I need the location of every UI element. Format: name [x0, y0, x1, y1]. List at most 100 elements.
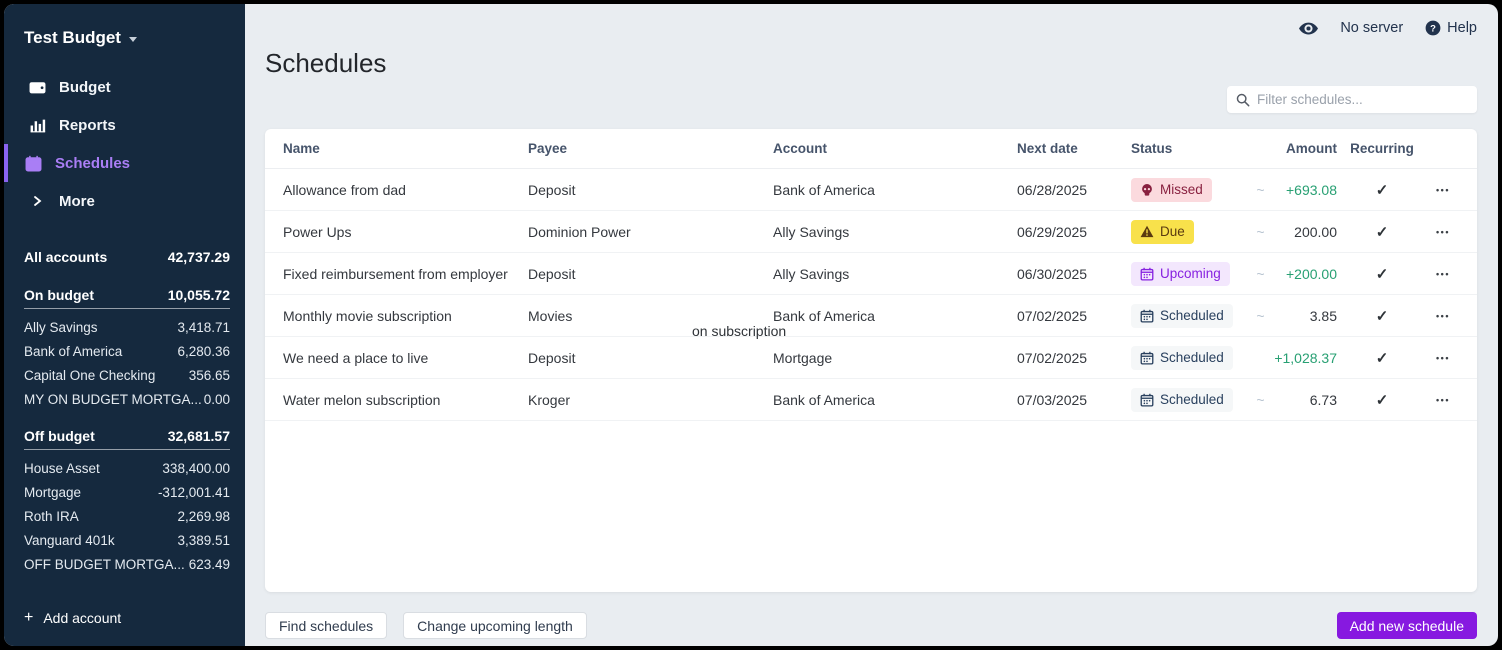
help-button[interactable]: ? Help [1425, 20, 1477, 36]
schedule-payee: Deposit [528, 350, 773, 366]
privacy-eye-button[interactable] [1299, 22, 1318, 35]
account-balance: 0.00 [204, 392, 230, 407]
schedule-name: Fixed reimbursement from employer [283, 266, 528, 282]
calendar-icon [1140, 351, 1154, 365]
schedule-amount: +693.08 [1273, 182, 1337, 198]
wallet-icon [28, 78, 46, 96]
account-name: Bank of America [24, 344, 122, 359]
row-menu-button[interactable]: ••• [1427, 311, 1459, 321]
add-new-schedule-button[interactable]: Add new schedule [1337, 612, 1477, 639]
page-title: Schedules [265, 48, 1477, 79]
app-window: Test Budget Budget Reports Schedules [4, 4, 1498, 646]
column-header-name[interactable]: Name [283, 141, 528, 156]
sidebar-item-more[interactable]: More [4, 182, 245, 220]
calendar-icon [1140, 267, 1154, 281]
table-row[interactable]: Power Ups Dominion Power Ally Savings 06… [265, 211, 1477, 253]
sidebar-item-label: Schedules [55, 155, 130, 172]
topbar: No server ? Help [265, 4, 1477, 46]
main-content: No server ? Help Schedules Name Payee Ac… [245, 4, 1498, 646]
account-balance: 3,389.51 [177, 533, 230, 548]
approx-tilde: ~ [1248, 266, 1273, 282]
column-header-payee[interactable]: Payee [528, 141, 773, 156]
sidebar-item-schedules[interactable]: Schedules [4, 144, 245, 182]
column-header-recurring[interactable]: Recurring [1337, 141, 1427, 156]
account-name: Mortgage [24, 485, 81, 500]
column-header-next-date[interactable]: Next date [1017, 141, 1131, 156]
change-upcoming-length-button[interactable]: Change upcoming length [403, 612, 587, 639]
account-row[interactable]: Roth IRA 2,269.98 [24, 504, 230, 528]
schedule-payee: Kroger [528, 392, 773, 408]
budget-selector[interactable]: Test Budget [4, 28, 245, 48]
column-header-amount[interactable]: Amount [1248, 141, 1337, 156]
account-balance: 3,418.71 [177, 320, 230, 335]
filter-schedules-box[interactable] [1227, 86, 1477, 113]
all-accounts-row[interactable]: All accounts 42,737.29 [24, 244, 230, 270]
group-total: 32,681.57 [168, 428, 230, 444]
filter-schedules-input[interactable] [1257, 92, 1468, 107]
schedule-amount: +1,028.37 [1273, 350, 1337, 366]
approx-tilde: ~ [1248, 392, 1273, 408]
schedule-next-date: 07/02/2025 [1017, 308, 1131, 324]
row-menu-button[interactable]: ••• [1427, 185, 1459, 195]
calendar-icon [24, 154, 42, 172]
account-list: All accounts 42,737.29 On budget10,055.7… [4, 244, 245, 596]
group-label: On budget [24, 287, 94, 303]
account-row[interactable]: Bank of America 6,280.36 [24, 339, 230, 363]
schedule-payee: Deposit [528, 182, 773, 198]
table-row[interactable]: Allowance from dad Deposit Bank of Ameri… [265, 169, 1477, 211]
account-balance: 6,280.36 [177, 344, 230, 359]
table-row[interactable]: Fixed reimbursement from employer Deposi… [265, 253, 1477, 295]
schedule-account: Ally Savings [773, 266, 1017, 282]
schedule-next-date: 06/30/2025 [1017, 266, 1131, 282]
sidebar-item-label: More [59, 193, 95, 210]
account-name: OFF BUDGET MORTGA... [24, 557, 185, 572]
server-status[interactable]: No server [1340, 20, 1403, 36]
schedule-name: Water melon subscription [283, 392, 528, 408]
schedule-account: Bank of America [773, 308, 1017, 324]
column-header-account[interactable]: Account [773, 141, 1017, 156]
status-label: Missed [1160, 182, 1203, 197]
account-row[interactable]: House Asset 338,400.00 [24, 456, 230, 480]
group-header[interactable]: Off budget32,681.57 [24, 428, 230, 450]
schedule-next-date: 07/02/2025 [1017, 350, 1131, 366]
schedule-payee: Dominion Power [528, 224, 773, 240]
all-accounts-value: 42,737.29 [168, 249, 230, 265]
schedule-amount: +200.00 [1273, 266, 1337, 282]
sidebar-item-reports[interactable]: Reports [4, 106, 245, 144]
column-header-status[interactable]: Status [1131, 141, 1248, 156]
account-row[interactable]: MY ON BUDGET MORTGA... 0.00 [24, 387, 230, 411]
account-name: MY ON BUDGET MORTGA... [24, 392, 202, 407]
sidebar-nav: Budget Reports Schedules More [4, 68, 245, 220]
account-row[interactable]: OFF BUDGET MORTGA... 623.49 [24, 552, 230, 576]
group-header[interactable]: On budget10,055.72 [24, 287, 230, 309]
row-menu-button[interactable]: ••• [1427, 227, 1459, 237]
account-row[interactable]: Vanguard 401k 3,389.51 [24, 528, 230, 552]
bar-chart-icon [28, 116, 46, 134]
account-row[interactable]: Mortgage -312,001.41 [24, 480, 230, 504]
chevron-down-icon [129, 37, 137, 42]
row-menu-button[interactable]: ••• [1427, 353, 1459, 363]
find-schedules-button[interactable]: Find schedules [265, 612, 387, 639]
status-badge: Scheduled [1131, 346, 1233, 370]
schedule-amount: 3.85 [1273, 308, 1337, 324]
table-row[interactable]: We need a place to live Deposit Mortgage… [265, 337, 1477, 379]
schedule-payee: Deposit [528, 266, 773, 282]
schedule-name: We need a place to live [283, 350, 528, 366]
approx-tilde: ~ [1248, 182, 1273, 198]
sidebar-item-budget[interactable]: Budget [4, 68, 245, 106]
add-account-button[interactable]: + Add account [4, 596, 245, 646]
status-label: Due [1160, 224, 1185, 239]
table-row[interactable]: Water melon subscription Kroger Bank of … [265, 379, 1477, 421]
table-body: Allowance from dad Deposit Bank of Ameri… [265, 169, 1477, 421]
status-badge: Upcoming [1131, 262, 1230, 286]
account-row[interactable]: Capital One Checking 356.65 [24, 363, 230, 387]
row-menu-button[interactable]: ••• [1427, 395, 1459, 405]
footer-actions: Find schedules Change upcoming length Ad… [265, 612, 1477, 639]
row-menu-button[interactable]: ••• [1427, 269, 1459, 279]
account-row[interactable]: Ally Savings 3,418.71 [24, 315, 230, 339]
budget-title-label: Test Budget [24, 28, 121, 48]
status-badge: Scheduled [1131, 388, 1233, 412]
table-header: Name Payee Account Next date Status Amou… [265, 129, 1477, 169]
table-row[interactable]: Monthly movie subscription Movies Bank o… [265, 295, 1477, 337]
calendar-icon [1140, 309, 1154, 323]
